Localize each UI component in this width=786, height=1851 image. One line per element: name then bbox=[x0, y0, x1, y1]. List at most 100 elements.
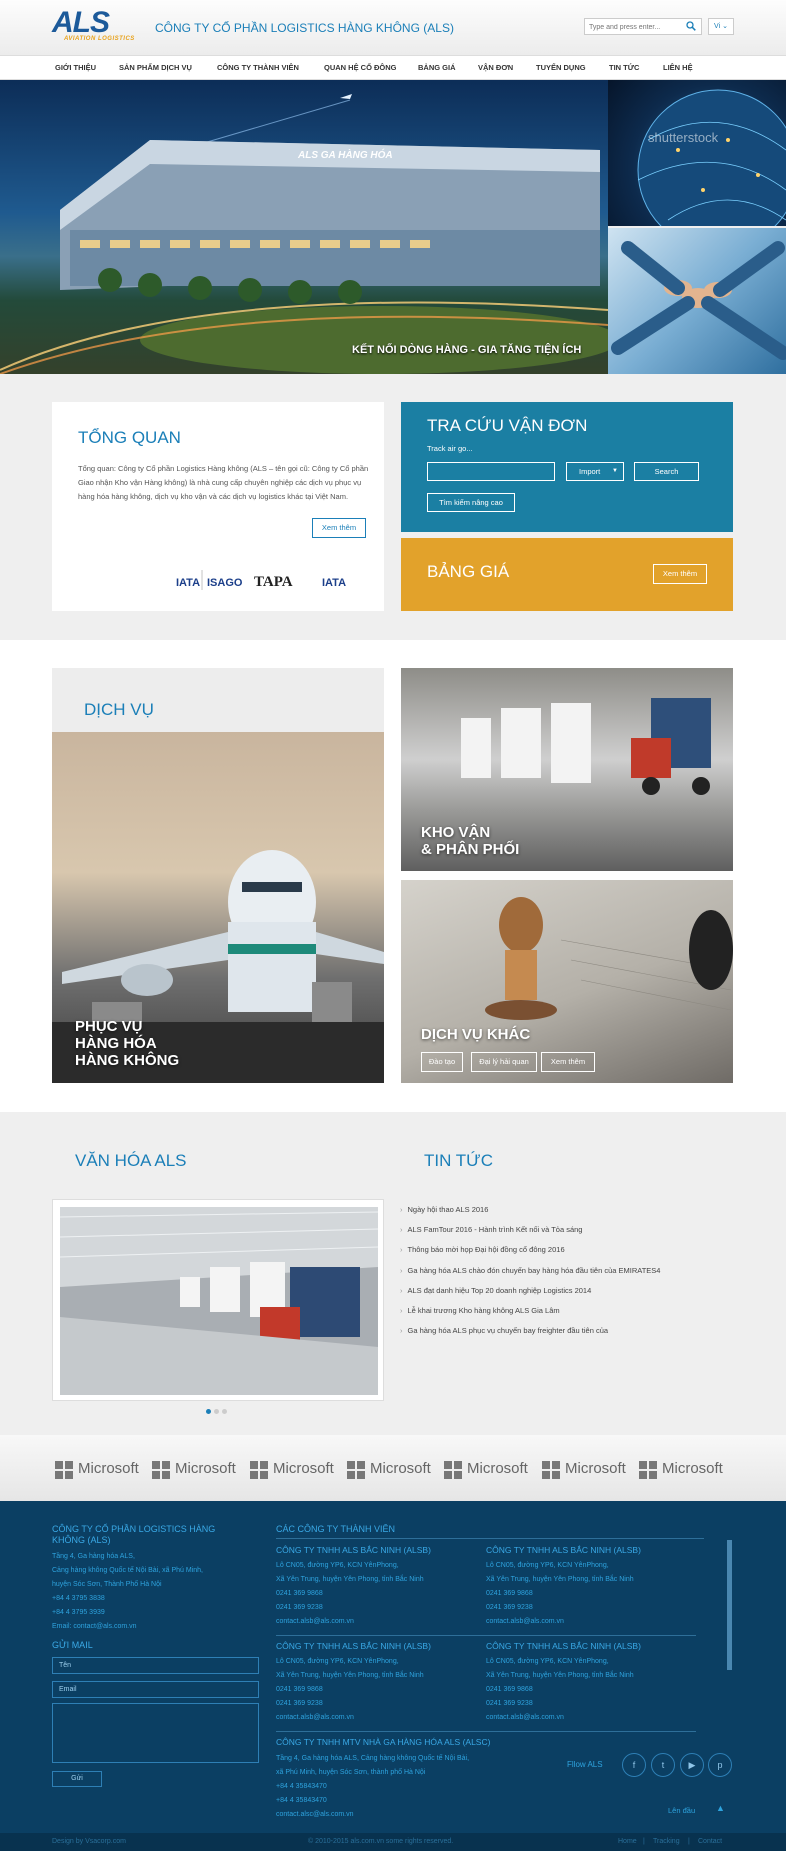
news-item[interactable]: Ga hàng hóa ALS chào đón chuyến bay hàng… bbox=[400, 1266, 661, 1275]
member-line: Lô CN05, đường YP6, KCN YênPhong, bbox=[276, 1562, 399, 1569]
partner-name: Microsoft bbox=[175, 1460, 236, 1477]
search-icon[interactable] bbox=[686, 21, 696, 31]
news-item[interactable]: ALS FamTour 2016 - Hành trình Kết nối và… bbox=[400, 1225, 583, 1234]
partner-name: Microsoft bbox=[662, 1460, 723, 1477]
overview-text: Tổng quan: Công ty Cổ phần Logistics Hàn… bbox=[78, 464, 369, 501]
mail-name-input[interactable]: Tên bbox=[52, 1657, 259, 1674]
slide-dot-3[interactable] bbox=[222, 1409, 227, 1414]
pricing-more-button[interactable]: Xem thêm bbox=[653, 564, 707, 584]
warehouse-caption: KHO VẬN & PHÂN PHỐI bbox=[421, 824, 519, 858]
stock-watermark: shutterstock bbox=[648, 130, 719, 145]
member-line[interactable]: contact.alsb@als.com.vn bbox=[486, 1618, 564, 1625]
footer-address-line: Tầng 4, Ga hàng hóa ALS, bbox=[52, 1553, 135, 1560]
partner-name: Microsoft bbox=[273, 1460, 334, 1477]
youtube-icon[interactable]: ▶ bbox=[680, 1753, 704, 1777]
member-line[interactable]: contact.alsc@als.com.vn bbox=[276, 1811, 354, 1818]
member-line: xã Phú Minh, huyện Sóc Sơn, thành phố Hà… bbox=[276, 1769, 426, 1776]
slide-dot-2[interactable] bbox=[214, 1409, 219, 1414]
search-box[interactable] bbox=[584, 18, 702, 35]
news-item[interactable]: Lễ khai trương Kho hàng không ALS Gia Lâ… bbox=[400, 1306, 560, 1315]
mail-send-button[interactable]: Gửi bbox=[52, 1771, 102, 1787]
member-line: Xã Yên Trung, huyện Yên Phong, tỉnh Bắc … bbox=[276, 1576, 424, 1583]
twitter-icon[interactable]: t bbox=[651, 1753, 675, 1777]
hero-caption: KẾT NỐI DÒNG HÀNG - GIA TĂNG TIỆN ÍCH bbox=[352, 344, 582, 356]
nav-quan-he-co-dong[interactable]: QUAN HỆ CỔ ĐÔNG bbox=[324, 63, 397, 72]
footer-link-contact[interactable]: Contact bbox=[698, 1838, 722, 1845]
cert-iata-logo: IATA bbox=[176, 577, 200, 589]
footer-phone: +84 4 3795 3838 bbox=[52, 1595, 105, 1602]
member-line: Lô CN05, đường YP6, KCN YênPhong, bbox=[276, 1658, 399, 1665]
nav-gioi-thieu[interactable]: GIỚI THIỆU bbox=[55, 63, 96, 72]
other-services-more-button[interactable]: Xem thêm bbox=[541, 1052, 595, 1072]
member-line[interactable]: contact.alsb@als.com.vn bbox=[276, 1714, 354, 1721]
member-line[interactable]: contact.alsb@als.com.vn bbox=[486, 1714, 564, 1721]
member-name: CÔNG TY TNHH ALS BẮC NINH (ALSB) bbox=[276, 1641, 431, 1651]
tracking-search-button[interactable]: Search bbox=[634, 462, 699, 481]
nav-san-pham-dich-vu[interactable]: SẢN PHẨM DỊCH VỤ bbox=[119, 63, 192, 72]
member-line: Lô CN05, đường YP6, KCN YênPhong, bbox=[486, 1562, 609, 1569]
mail-message-textarea[interactable] bbox=[52, 1703, 259, 1763]
air-cargo-card[interactable]: PHỤC VỤ HÀNG HÓA HÀNG KHÔNG bbox=[52, 732, 384, 1083]
nav-lien-he[interactable]: LIÊN HỆ bbox=[663, 63, 693, 72]
windows-icon bbox=[55, 1461, 73, 1479]
building-sign: ALS GA HÀNG HÓA bbox=[297, 148, 393, 161]
members-divider bbox=[276, 1731, 696, 1732]
nav-van-don[interactable]: VẬN ĐƠN bbox=[478, 63, 513, 72]
tracking-panel: TRA CỨU VẬN ĐƠN Track air go... Import ▼ … bbox=[401, 402, 733, 532]
news-item[interactable]: Ga hàng hóa ALS phục vụ chuyến bay freig… bbox=[400, 1326, 609, 1335]
search-input[interactable] bbox=[589, 21, 679, 33]
air-cargo-caption: PHỤC VỤ HÀNG HÓA HÀNG KHÔNG bbox=[75, 1018, 179, 1069]
tracking-label: Track air go... bbox=[427, 444, 473, 453]
advanced-search-button[interactable]: Tìm kiếm nâng cao bbox=[427, 493, 515, 512]
news-item[interactable]: ALS đạt danh hiệu Top 20 doanh nghiệp Lo… bbox=[400, 1286, 592, 1295]
member-line: 0241 369 9868 bbox=[276, 1686, 323, 1693]
footer-address-line: Cảng hàng không Quốc tế Nội Bài, xã Phú … bbox=[52, 1567, 203, 1574]
tracking-title: TRA CỨU VẬN ĐƠN bbox=[427, 416, 588, 435]
footer-link-tracking[interactable]: Tracking bbox=[653, 1838, 680, 1845]
news-item[interactable]: Ngày hội thao ALS 2016 bbox=[400, 1205, 489, 1214]
back-to-top-link[interactable]: Lên đầu bbox=[668, 1806, 695, 1815]
training-tag-button[interactable]: Đào tạo bbox=[421, 1052, 463, 1072]
footer-link-home[interactable]: Home bbox=[618, 1838, 637, 1845]
air-cargo-caption-line1: PHỤC VỤ bbox=[75, 1018, 143, 1035]
pinterest-icon[interactable]: p bbox=[708, 1753, 732, 1777]
language-select[interactable]: Vi ⌄ bbox=[708, 18, 734, 35]
services-header: DỊCH VỤ bbox=[52, 668, 384, 732]
tracking-type-select[interactable]: Import ▼ bbox=[566, 462, 624, 481]
member-line[interactable]: contact.alsb@als.com.vn bbox=[276, 1618, 354, 1625]
nav-tuyen-dung[interactable]: TUYỂN DỤNG bbox=[536, 63, 586, 72]
cert-isago-logo: ISAGO bbox=[207, 577, 243, 589]
mail-email-input[interactable]: Email bbox=[52, 1681, 259, 1698]
members-scrollbar-thumb[interactable] bbox=[727, 1540, 732, 1670]
culture-slideshow[interactable] bbox=[52, 1199, 384, 1401]
nav-cong-ty-thanh-vien[interactable]: CÔNG TY THÀNH VIÊN bbox=[217, 63, 299, 72]
overview-more-button[interactable]: Xem thêm bbox=[312, 518, 366, 538]
cert-iata-logo-2: IATA bbox=[322, 577, 346, 589]
other-services-card[interactable]: DỊCH VỤ KHÁC Đào tạo Đại lý hải quan Xem… bbox=[401, 880, 733, 1083]
caret-down-icon: ▼ bbox=[612, 468, 618, 474]
services-title: DỊCH VỤ bbox=[84, 700, 154, 719]
member-line: Lô CN05, đường YP6, KCN YênPhong, bbox=[486, 1658, 609, 1665]
tracking-input[interactable] bbox=[427, 462, 555, 481]
hero-main-image: ALS GA HÀNG HÓA KẾT NỐI DÒNG HÀNG - GIA … bbox=[0, 80, 608, 374]
nav-bang-gia[interactable]: BẢNG GIÁ bbox=[418, 63, 456, 72]
pricing-title: BẢNG GIÁ bbox=[427, 562, 510, 581]
warehouse-card[interactable]: KHO VẬN & PHÂN PHỐI bbox=[401, 668, 733, 871]
news-item[interactable]: Thông báo mời họp Đại hội đồng cổ đông 2… bbox=[400, 1245, 565, 1254]
footer-email[interactable]: Email: contact@als.com.vn bbox=[52, 1623, 137, 1630]
air-cargo-caption-line3: HÀNG KHÔNG bbox=[75, 1052, 180, 1069]
footer-company-title-line2: KHÔNG (ALS) bbox=[52, 1535, 111, 1545]
logo-text: ALS bbox=[52, 6, 110, 39]
facebook-icon[interactable]: f bbox=[622, 1753, 646, 1777]
windows-icon bbox=[152, 1461, 170, 1479]
members-divider bbox=[276, 1635, 696, 1636]
design-credit[interactable]: Design by Vsacorp.com bbox=[52, 1838, 126, 1845]
als-logo[interactable]: ALS AVIATION LOGISTICS bbox=[52, 6, 142, 44]
slide-dot-1[interactable] bbox=[206, 1409, 211, 1414]
arrow-up-icon[interactable]: ▲ bbox=[716, 1803, 725, 1813]
customs-agent-tag-button[interactable]: Đại lý hải quan bbox=[471, 1052, 537, 1072]
overview-title: TỔNG QUAN bbox=[78, 428, 181, 447]
nav-tin-tuc[interactable]: TIN TỨC bbox=[609, 63, 639, 72]
main-nav: GIỚI THIỆU SẢN PHẨM DỊCH VỤ CÔNG TY THÀN… bbox=[0, 56, 786, 80]
tracking-type-value: Import bbox=[579, 467, 601, 476]
